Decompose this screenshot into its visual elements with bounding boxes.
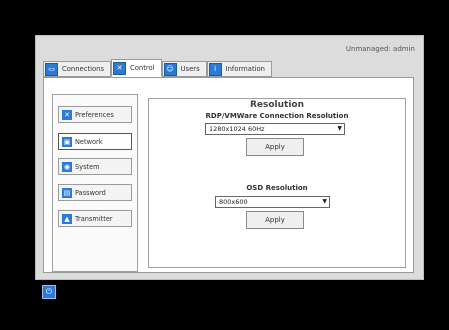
- tab-label: Information: [225, 65, 265, 73]
- connections-icon: ▭: [45, 62, 58, 76]
- user-status: Unmanaged: admin: [345, 45, 415, 53]
- chevron-down-icon: ▼: [337, 125, 342, 132]
- power-icon[interactable]: ⏻: [42, 285, 56, 299]
- sidebar-item-password[interactable]: ▤ Password: [58, 184, 132, 201]
- sidebar-item-system[interactable]: ◉ System: [58, 158, 132, 175]
- osd-resolution-select[interactable]: 800x600 ▼: [215, 196, 330, 208]
- sidebar-item-transmitter[interactable]: ▲ Transmitter: [58, 210, 132, 227]
- tools-icon: ✕: [62, 109, 72, 120]
- users-icon: ☺: [163, 62, 177, 76]
- tab-label: Users: [180, 65, 200, 73]
- rdp-apply-button[interactable]: Apply: [246, 138, 304, 156]
- info-icon: i: [208, 62, 222, 76]
- tools-icon: ✕: [113, 61, 126, 75]
- osd-apply-button[interactable]: Apply: [246, 211, 304, 229]
- resolution-title: Resolution: [149, 92, 405, 111]
- sidebar: ✕ Preferences ▣ Network ◉ System ▤ Passw…: [52, 94, 138, 272]
- tab-users[interactable]: ☺ Users: [161, 61, 207, 77]
- sidebar-item-label: Network: [75, 137, 103, 146]
- sidebar-item-label: System: [75, 162, 100, 171]
- sidebar-item-label: Transmitter: [75, 214, 113, 223]
- tab-content: ✕ Preferences ▣ Network ◉ System ▤ Passw…: [43, 77, 414, 273]
- tab-label: Connections: [62, 65, 104, 73]
- osd-resolution-label: OSD Resolution: [246, 184, 308, 192]
- sidebar-item-label: Password: [75, 188, 106, 197]
- tab-control[interactable]: ✕ Control: [111, 59, 162, 77]
- tab-information[interactable]: i Information: [206, 61, 272, 77]
- lock-icon: ▤: [62, 187, 72, 198]
- tab-bar: ▭ Connections ✕ Control ☺ Users i Inform…: [43, 59, 272, 77]
- chevron-down-icon: ▼: [322, 198, 327, 205]
- rdp-resolution-label: RDP/VMWare Connection Resolution: [205, 112, 349, 120]
- system-icon: ◉: [62, 161, 72, 172]
- select-value: 800x600: [219, 198, 248, 206]
- tab-connections[interactable]: ▭ Connections: [43, 61, 111, 77]
- tab-label: Control: [130, 64, 155, 72]
- select-value: 1280x1024 60Hz: [209, 125, 265, 133]
- sidebar-item-label: Preferences: [75, 110, 114, 119]
- main-window: Unmanaged: admin ▭ Connections ✕ Control…: [35, 35, 424, 280]
- sidebar-item-preferences[interactable]: ✕ Preferences: [58, 106, 132, 123]
- resolution-group: Resolution RDP/VMWare Connection Resolut…: [148, 98, 406, 268]
- transmitter-icon: ▲: [62, 213, 72, 224]
- sidebar-item-network[interactable]: ▣ Network: [58, 133, 132, 150]
- rdp-resolution-select[interactable]: 1280x1024 60Hz ▼: [205, 123, 345, 135]
- network-icon: ▣: [62, 136, 72, 147]
